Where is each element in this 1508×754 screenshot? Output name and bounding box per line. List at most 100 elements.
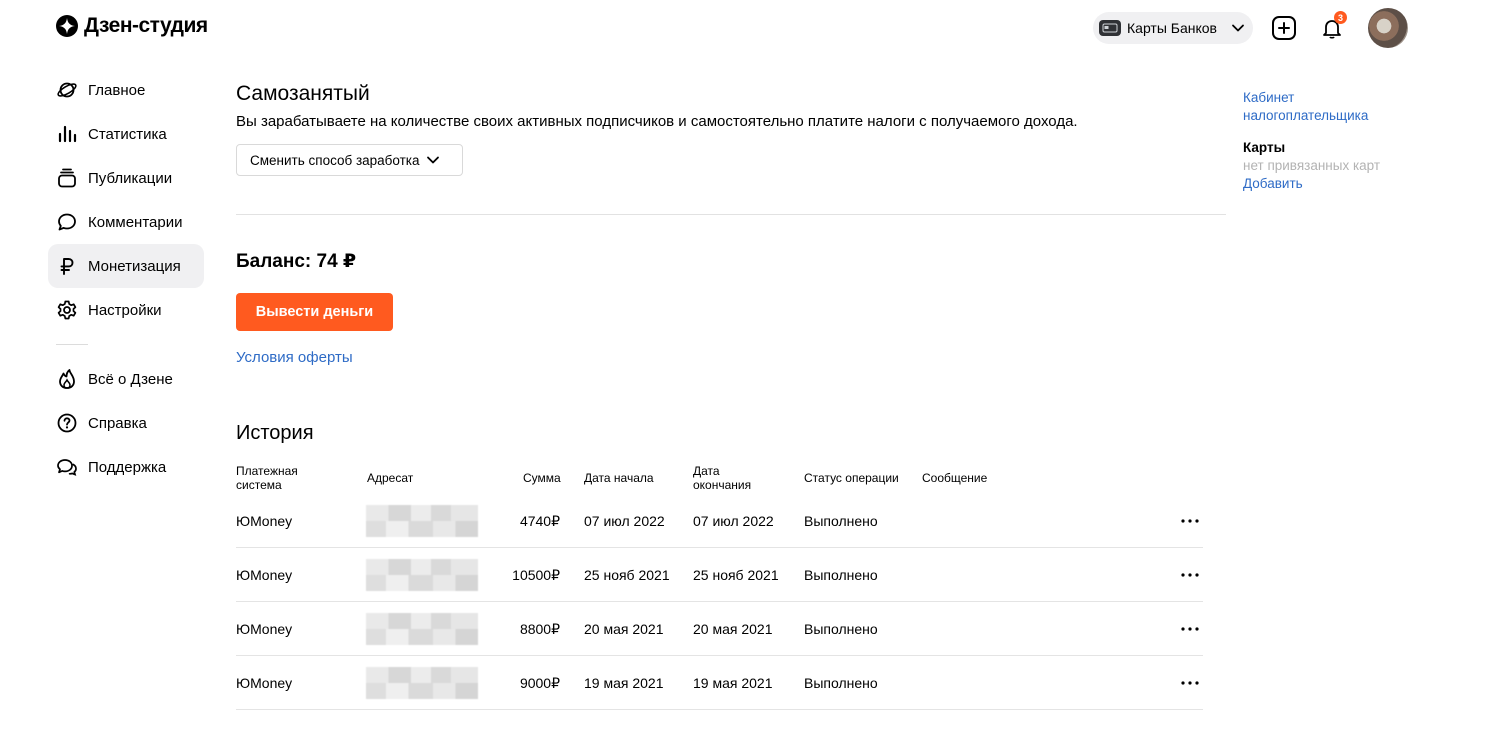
- taxpayer-cabinet-link[interactable]: Кабинет налогоплательщика: [1243, 89, 1383, 125]
- chevron-down-icon: [426, 156, 439, 164]
- column-header-payment-system: Платежная система: [236, 464, 298, 492]
- flame-icon: [56, 368, 78, 390]
- create-button[interactable]: [1269, 13, 1299, 43]
- avatar[interactable]: [1368, 8, 1408, 48]
- row-more-button[interactable]: [1177, 562, 1203, 588]
- sidebar-item-help[interactable]: Справка: [48, 401, 204, 445]
- row-more-button[interactable]: [1177, 508, 1203, 534]
- recipient-cell-redacted: [366, 656, 478, 710]
- more-horizontal-icon: [1181, 519, 1199, 523]
- status-cell: Выполнено: [804, 621, 878, 637]
- logo[interactable]: Дзен-студия: [56, 14, 208, 38]
- sidebar-item-label: Поддержка: [88, 458, 167, 476]
- column-header-status: Статус операции: [804, 471, 899, 485]
- recipient-cell-redacted: [366, 548, 478, 602]
- column-header-message: Сообщение: [922, 471, 988, 485]
- sidebar-item-label: Монетизация: [88, 257, 181, 275]
- right-panel: Кабинет налогоплательщика Карты нет прив…: [1243, 89, 1443, 193]
- table-row: ЮMoney 10500₽ 25 нояб 2021 25 нояб 2021 …: [236, 548, 1203, 602]
- channel-selector[interactable]: Карты Банков: [1093, 12, 1253, 44]
- sidebar: Главное Статистика Публикации Комментари…: [48, 68, 204, 489]
- sidebar-item-publications[interactable]: Публикации: [48, 156, 204, 200]
- notification-badge: 3: [1334, 11, 1347, 24]
- row-more-button[interactable]: [1177, 670, 1203, 696]
- sidebar-item-comments[interactable]: Комментарии: [48, 200, 204, 244]
- gear-icon: [56, 299, 78, 321]
- more-horizontal-icon: [1181, 573, 1199, 577]
- column-header-start-date: Дата начала: [584, 471, 654, 485]
- sidebar-item-label: Главное: [88, 81, 146, 99]
- history-table: Платежная система Адресат Сумма Дата нач…: [236, 462, 1203, 710]
- payment-system-cell: ЮMoney: [236, 675, 293, 691]
- recipient-cell-redacted: [366, 602, 478, 656]
- end-date-cell: 19 мая 2021: [693, 675, 773, 691]
- sidebar-divider: [56, 344, 88, 345]
- column-header-end-date: Дата окончания: [693, 464, 752, 492]
- plus-square-icon: [1272, 16, 1296, 40]
- more-horizontal-icon: [1181, 681, 1199, 685]
- comment-icon: [56, 211, 78, 233]
- sidebar-item-settings[interactable]: Настройки: [48, 288, 204, 332]
- monetization-panel: Самозанятый Вы зарабатываете на количест…: [236, 80, 1226, 176]
- page-description: Вы зарабатываете на количестве своих акт…: [236, 113, 1078, 130]
- sidebar-item-label: Настройки: [88, 301, 162, 319]
- planet-icon: [56, 79, 78, 101]
- end-date-cell: 25 нояб 2021: [693, 567, 779, 583]
- start-date-cell: 20 мая 2021: [584, 621, 664, 637]
- page-title: Самозанятый: [236, 82, 370, 105]
- channel-name: Карты Банков: [1127, 20, 1217, 36]
- table-row: ЮMoney 4740₽ 07 июл 2022 07 июл 2022 Вып…: [236, 494, 1203, 548]
- status-cell: Выполнено: [804, 567, 878, 583]
- stack-icon: [56, 167, 78, 189]
- balance-label: Баланс: 74 ₽: [236, 251, 357, 272]
- sidebar-item-support[interactable]: Поддержка: [48, 445, 204, 489]
- start-date-cell: 19 мая 2021: [584, 675, 664, 691]
- amount-cell: 4740₽: [519, 512, 560, 529]
- sidebar-item-label: Комментарии: [88, 213, 183, 231]
- change-earning-method-label: Сменить способ заработка: [250, 152, 420, 168]
- sidebar-item-label: Публикации: [88, 169, 173, 187]
- sidebar-item-monetization[interactable]: Монетизация: [48, 244, 204, 288]
- zen-logo-icon: [56, 15, 78, 37]
- sidebar-item-about-zen[interactable]: Всё о Дзене: [48, 357, 204, 401]
- table-row: ЮMoney 9000₽ 19 мая 2021 19 мая 2021 Вып…: [236, 656, 1203, 710]
- more-horizontal-icon: [1181, 627, 1199, 631]
- bar-chart-icon: [56, 123, 78, 145]
- table-row: ЮMoney 8800₽ 20 мая 2021 20 мая 2021 Вып…: [236, 602, 1203, 656]
- column-header-amount: Сумма: [523, 471, 561, 485]
- recipient-cell-redacted: [366, 494, 478, 548]
- row-more-button[interactable]: [1177, 616, 1203, 642]
- history-title: История: [236, 422, 314, 444]
- status-cell: Выполнено: [804, 513, 878, 529]
- column-header-recipient: Адресат: [367, 471, 414, 485]
- sidebar-item-label: Статистика: [88, 125, 167, 143]
- start-date-cell: 25 нояб 2021: [584, 567, 670, 583]
- payment-system-cell: ЮMoney: [236, 513, 293, 529]
- sidebar-item-label: Всё о Дзене: [88, 370, 173, 388]
- end-date-cell: 07 июл 2022: [693, 513, 774, 529]
- amount-cell: 10500₽: [512, 566, 560, 583]
- amount-cell: 8800₽: [519, 620, 560, 637]
- payment-system-cell: ЮMoney: [236, 621, 293, 637]
- help-circle-icon: [56, 412, 78, 434]
- notifications-button[interactable]: 3: [1317, 11, 1347, 43]
- sidebar-item-statistics[interactable]: Статистика: [48, 112, 204, 156]
- sidebar-item-label: Справка: [88, 414, 147, 432]
- chat-bubbles-icon: [56, 456, 78, 478]
- sidebar-item-main[interactable]: Главное: [48, 68, 204, 112]
- cards-label: Карты: [1243, 140, 1286, 155]
- amount-cell: 9000₽: [519, 674, 560, 691]
- add-card-link[interactable]: Добавить: [1243, 175, 1443, 193]
- payment-system-cell: ЮMoney: [236, 567, 293, 583]
- chevron-down-icon: [1232, 24, 1244, 32]
- change-earning-method-button[interactable]: Сменить способ заработка: [236, 144, 463, 176]
- section-divider: [236, 214, 1226, 215]
- no-cards-text: нет привязанных карт: [1243, 158, 1381, 173]
- channel-avatar: [1099, 20, 1121, 36]
- logo-text: Дзен-студия: [84, 14, 208, 37]
- end-date-cell: 20 мая 2021: [693, 621, 773, 637]
- table-header: Платежная система Адресат Сумма Дата нач…: [236, 462, 1203, 494]
- status-cell: Выполнено: [804, 675, 878, 691]
- withdraw-button[interactable]: Вывести деньги: [236, 293, 393, 331]
- offer-terms-link[interactable]: Условия оферты: [236, 349, 353, 366]
